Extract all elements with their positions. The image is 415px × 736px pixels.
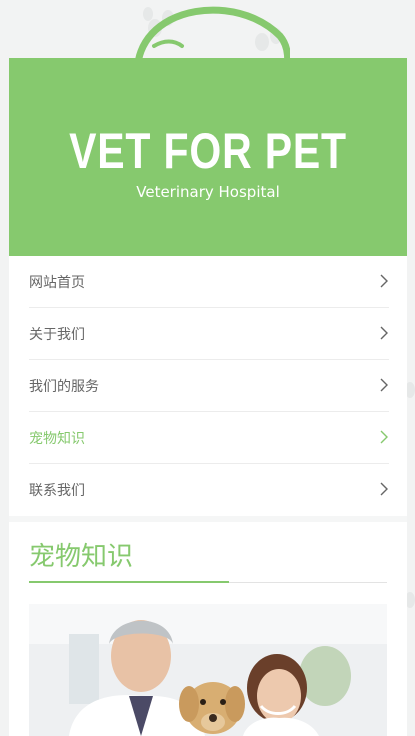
chevron-right-icon: [380, 274, 388, 288]
nav-item-about[interactable]: 关于我们: [29, 308, 389, 360]
chevron-right-icon: [380, 326, 388, 340]
chevron-right-icon: [380, 430, 388, 444]
nav-item-label: 网站首页: [29, 274, 85, 291]
section-title: 宠物知识: [29, 542, 134, 572]
nav-item-label: 我们的服务: [29, 378, 99, 395]
hero-banner: VET FOR PET Veterinary Hospital: [9, 58, 407, 256]
main-nav: 网站首页 关于我们 我们的服务 宠物知识 联系我们: [29, 256, 389, 515]
section-rule-accent: [29, 581, 229, 583]
logo-title: VET FOR PET: [69, 123, 347, 179]
vet-with-dog-photo: [29, 604, 387, 736]
nav-item-contact[interactable]: 联系我们: [29, 464, 389, 515]
logo-subtitle: Veterinary Hospital: [136, 183, 280, 201]
chevron-right-icon: [380, 482, 388, 496]
nav-item-label: 联系我们: [29, 482, 85, 499]
section-divider: [9, 516, 407, 522]
nav-item-pet-knowledge[interactable]: 宠物知识: [29, 412, 389, 464]
nav-item-label: 关于我们: [29, 326, 85, 343]
nav-item-services[interactable]: 我们的服务: [29, 360, 389, 412]
chevron-right-icon: [380, 378, 388, 392]
nav-item-home[interactable]: 网站首页: [29, 256, 389, 308]
mobile-menu-card: VET FOR PET Veterinary Hospital 网站首页 关于我…: [9, 58, 407, 736]
nav-item-label: 宠物知识: [29, 430, 85, 447]
